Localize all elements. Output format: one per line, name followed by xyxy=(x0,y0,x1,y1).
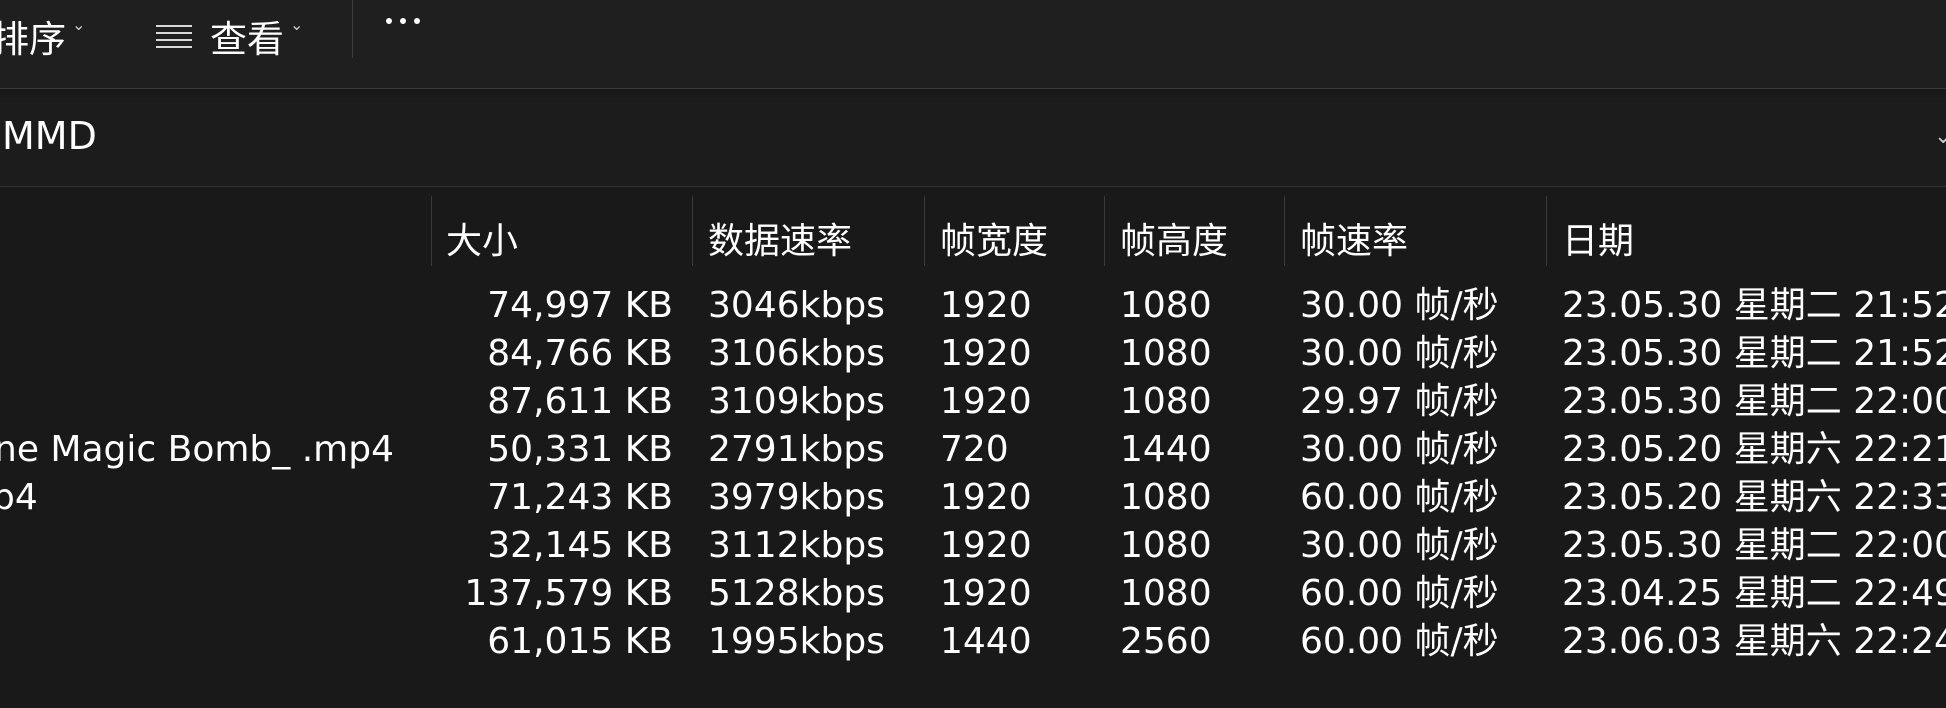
file-size: 61,015 KB xyxy=(487,621,673,662)
group-header[interactable]: MMD xyxy=(0,98,1946,187)
column-divider[interactable] xyxy=(1546,196,1547,266)
date: 23.05.30 星期二 21:52 xyxy=(1562,285,1946,326)
file-name: ne Magic Bomb_ .mp4 xyxy=(0,429,394,470)
column-divider[interactable] xyxy=(1284,196,1285,266)
dot xyxy=(386,18,392,24)
more-options-button[interactable] xyxy=(386,18,420,24)
frame-height: 1080 xyxy=(1120,573,1212,614)
chevron-down-icon: ⌄ xyxy=(72,14,86,34)
table-row[interactable]: 32,145 KB 3112kbps 1920 1080 30.00 帧/秒 2… xyxy=(0,522,1946,570)
column-header-frame-height[interactable]: 帧高度 xyxy=(1120,212,1228,264)
date: 23.06.03 星期六 22:24 xyxy=(1562,621,1946,662)
file-size: 137,579 KB xyxy=(464,573,673,614)
frame-rate: 60.00 帧/秒 xyxy=(1300,477,1499,518)
file-size: 84,766 KB xyxy=(487,333,673,374)
view-button[interactable]: 查看 ⌄ xyxy=(156,0,303,72)
frame-rate: 30.00 帧/秒 xyxy=(1300,333,1499,374)
bitrate: 3112kbps xyxy=(708,525,885,566)
frame-height: 1080 xyxy=(1120,381,1212,422)
frame-height: 2560 xyxy=(1120,621,1212,662)
table-row[interactable]: 84,766 KB 3106kbps 1920 1080 30.00 帧/秒 2… xyxy=(0,330,1946,378)
chevron-down-icon: ⌄ xyxy=(290,14,304,34)
frame-height: 1080 xyxy=(1120,477,1212,518)
sort-button[interactable]: 排序 ⌄ xyxy=(0,0,85,72)
dot xyxy=(414,18,420,24)
dot xyxy=(400,18,406,24)
table-row[interactable]: p4 71,243 KB 3979kbps 1920 1080 60.00 帧/… xyxy=(0,474,1946,522)
file-size: 87,611 KB xyxy=(487,381,673,422)
column-divider[interactable] xyxy=(431,196,432,266)
frame-width: 1440 xyxy=(940,621,1032,662)
date: 23.05.30 星期二 22:00 xyxy=(1562,525,1946,566)
bitrate: 1995kbps xyxy=(708,621,885,662)
column-header-frame-rate[interactable]: 帧速率 xyxy=(1300,212,1408,264)
date: 23.05.20 星期六 22:21 xyxy=(1562,429,1946,470)
column-header-frame-width[interactable]: 帧宽度 xyxy=(940,212,1048,264)
bitrate: 3109kbps xyxy=(708,381,885,422)
column-divider[interactable] xyxy=(1104,196,1105,266)
bitrate: 3979kbps xyxy=(708,477,885,518)
column-header-date[interactable]: 日期 xyxy=(1562,212,1634,264)
command-bar: 排序 ⌄ 查看 ⌄ xyxy=(0,0,1946,89)
frame-rate: 30.00 帧/秒 xyxy=(1300,285,1499,326)
column-header-bitrate[interactable]: 数据速率 xyxy=(708,212,852,264)
frame-height: 1080 xyxy=(1120,333,1212,374)
list-view-icon xyxy=(156,25,192,48)
table-row[interactable]: 61,015 KB 1995kbps 1440 2560 60.00 帧/秒 2… xyxy=(0,618,1946,666)
frame-width: 1920 xyxy=(940,573,1032,614)
sort-label: 排序 xyxy=(0,18,66,61)
table-row[interactable]: 74,997 KB 3046kbps 1920 1080 30.00 帧/秒 2… xyxy=(0,282,1946,330)
frame-rate: 60.00 帧/秒 xyxy=(1300,573,1499,614)
bitrate: 2791kbps xyxy=(708,429,885,470)
frame-rate: 29.97 帧/秒 xyxy=(1300,381,1499,422)
frame-height: 1440 xyxy=(1120,429,1212,470)
file-size: 74,997 KB xyxy=(487,285,673,326)
table-row[interactable]: 137,579 KB 5128kbps 1920 1080 60.00 帧/秒 … xyxy=(0,570,1946,618)
view-label: 查看 xyxy=(210,18,284,61)
frame-width: 1920 xyxy=(940,477,1032,518)
frame-rate: 30.00 帧/秒 xyxy=(1300,525,1499,566)
table-row[interactable]: 87,611 KB 3109kbps 1920 1080 29.97 帧/秒 2… xyxy=(0,378,1946,426)
date: 23.04.25 星期二 22:49 xyxy=(1562,573,1946,614)
frame-width: 1920 xyxy=(940,525,1032,566)
frame-width: 720 xyxy=(940,429,1009,470)
date: 23.05.30 星期二 22:00 xyxy=(1562,381,1946,422)
date: 23.05.30 星期二 21:52 xyxy=(1562,333,1946,374)
date: 23.05.20 星期六 22:33 xyxy=(1562,477,1946,518)
toolbar-divider xyxy=(352,0,353,58)
bitrate: 5128kbps xyxy=(708,573,885,614)
file-name: p4 xyxy=(0,477,38,518)
frame-height: 1080 xyxy=(1120,525,1212,566)
frame-width: 1920 xyxy=(940,333,1032,374)
frame-rate: 30.00 帧/秒 xyxy=(1300,429,1499,470)
bitrate: 3046kbps xyxy=(708,285,885,326)
bitrate: 3106kbps xyxy=(708,333,885,374)
column-header-size[interactable]: 大小 xyxy=(446,212,518,264)
chevron-down-icon[interactable]: ⌄ xyxy=(1934,124,1946,149)
frame-width: 1920 xyxy=(940,381,1032,422)
frame-rate: 60.00 帧/秒 xyxy=(1300,621,1499,662)
table-row[interactable]: ne Magic Bomb_ .mp4 50,331 KB 2791kbps 7… xyxy=(0,426,1946,474)
file-size: 71,243 KB xyxy=(487,477,673,518)
frame-width: 1920 xyxy=(940,285,1032,326)
file-size: 50,331 KB xyxy=(487,429,673,470)
frame-height: 1080 xyxy=(1120,285,1212,326)
column-divider[interactable] xyxy=(692,196,693,266)
file-size: 32,145 KB xyxy=(487,525,673,566)
column-divider[interactable] xyxy=(924,196,925,266)
group-title: MMD xyxy=(2,114,97,158)
